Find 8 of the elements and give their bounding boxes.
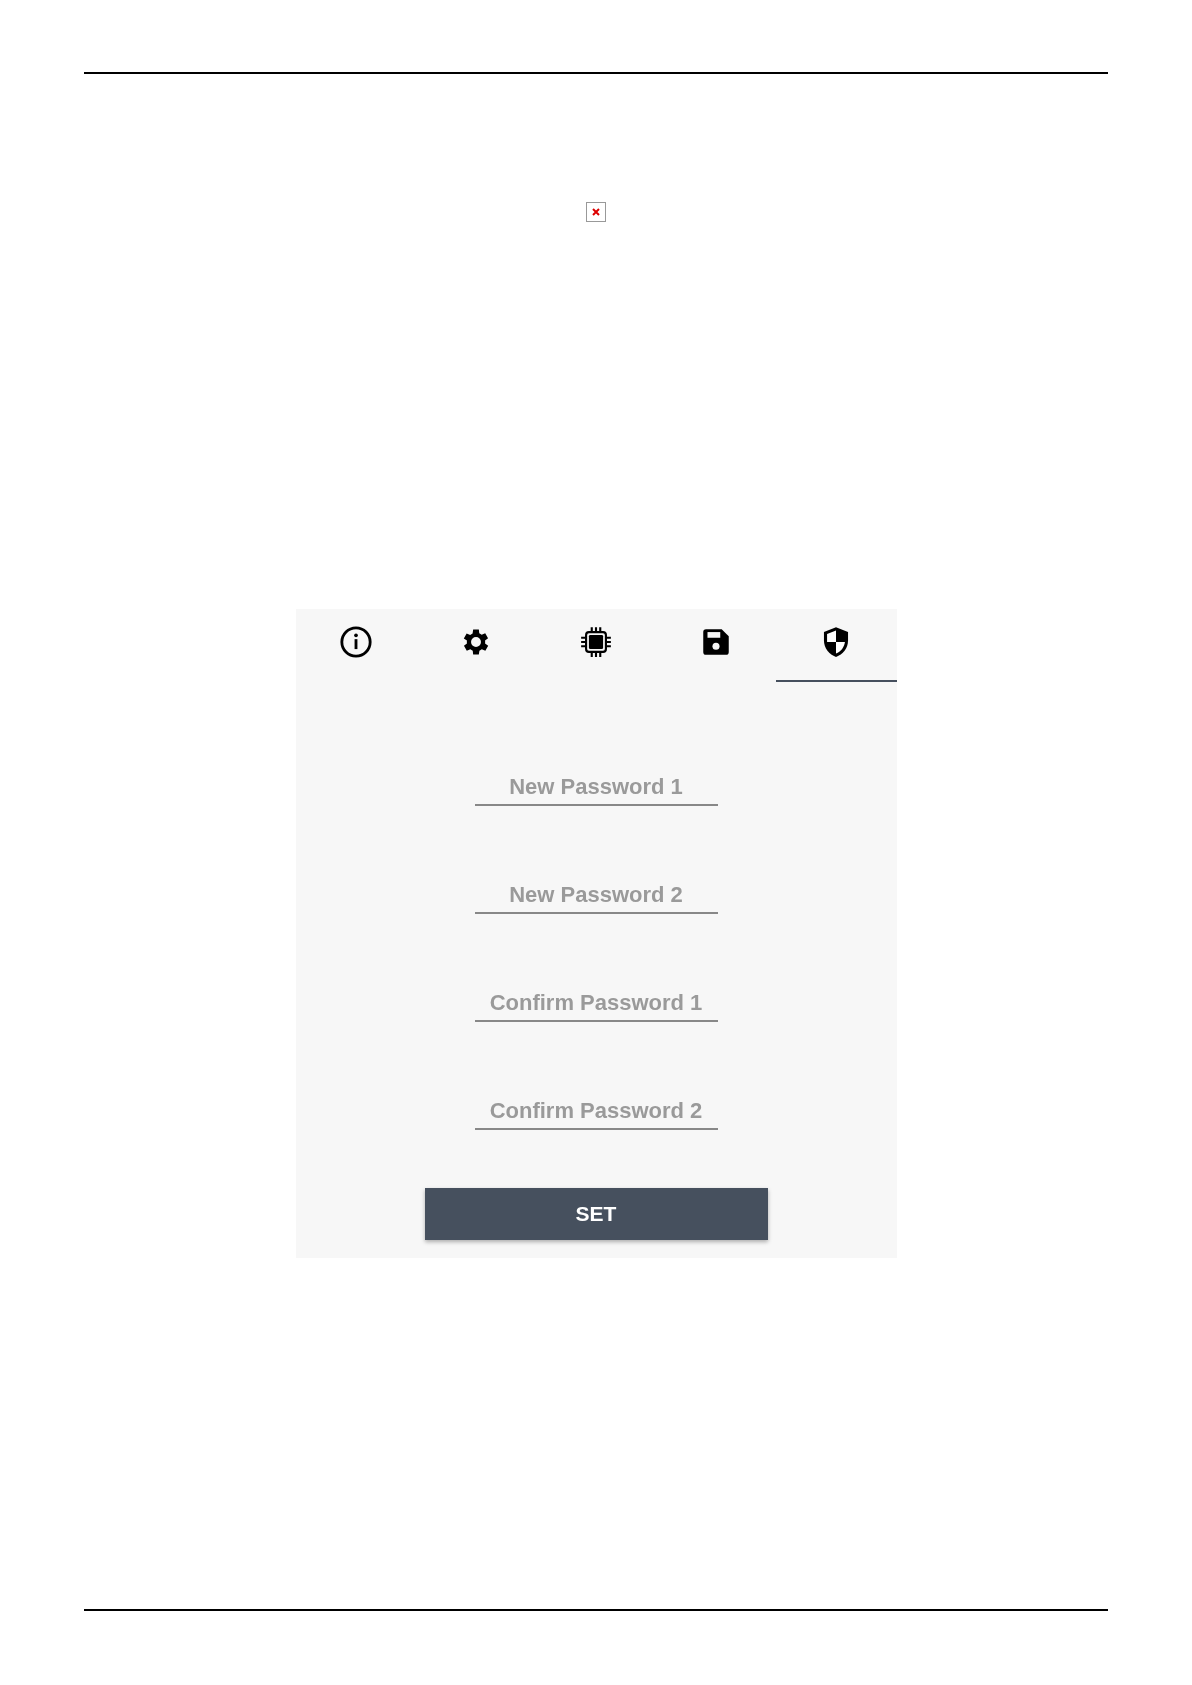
password-field[interactable]: Confirm Password 2 bbox=[474, 1094, 718, 1130]
password-field[interactable]: New Password 2 bbox=[474, 878, 718, 914]
broken-image-icon bbox=[586, 202, 606, 222]
chip-icon bbox=[579, 624, 613, 659]
set-button[interactable]: SET bbox=[424, 1188, 768, 1240]
info-icon bbox=[338, 624, 373, 659]
password-field[interactable]: Confirm Password 1 bbox=[474, 986, 718, 1022]
password-field[interactable]: New Password 1 bbox=[474, 770, 718, 806]
